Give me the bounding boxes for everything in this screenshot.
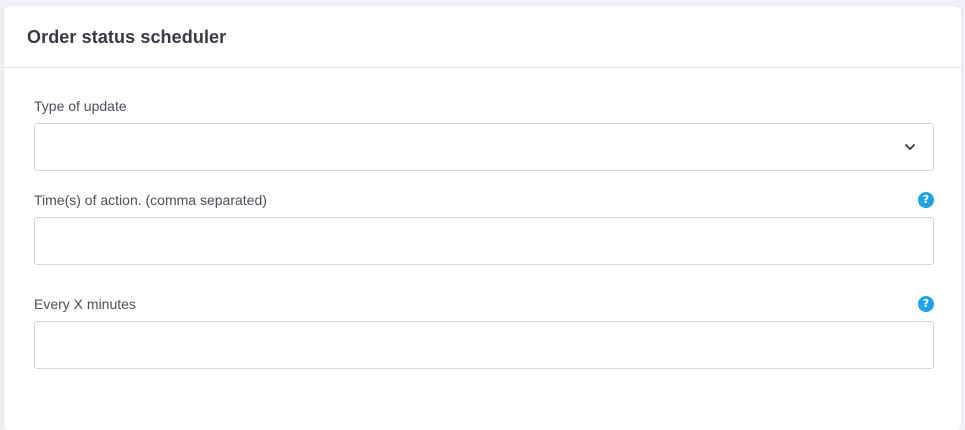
every-x-minutes-label: Every X minutes ? (34, 294, 934, 314)
every-x-minutes-field: Every X minutes ? (34, 294, 934, 374)
chevron-down-icon (905, 144, 915, 150)
type-of-update-select[interactable] (34, 123, 934, 171)
card-header: Order status scheduler (4, 6, 961, 68)
help-icon[interactable]: ? (918, 296, 934, 312)
times-of-action-field: Time(s) of action. (comma separated) ? (34, 190, 934, 270)
times-of-action-input[interactable] (34, 217, 934, 265)
times-of-action-label: Time(s) of action. (comma separated) ? (34, 190, 934, 210)
help-icon[interactable]: ? (918, 192, 934, 208)
card-title: Order status scheduler (27, 27, 227, 47)
times-of-action-label-text: Time(s) of action. (comma separated) (34, 192, 267, 208)
order-status-scheduler-card: Order status scheduler Type of update Ti… (3, 5, 962, 430)
type-of-update-label: Type of update (34, 98, 127, 114)
every-x-minutes-input[interactable] (34, 321, 934, 369)
type-of-update-field: Type of update (34, 96, 934, 176)
every-x-minutes-label-text: Every X minutes (34, 296, 136, 312)
